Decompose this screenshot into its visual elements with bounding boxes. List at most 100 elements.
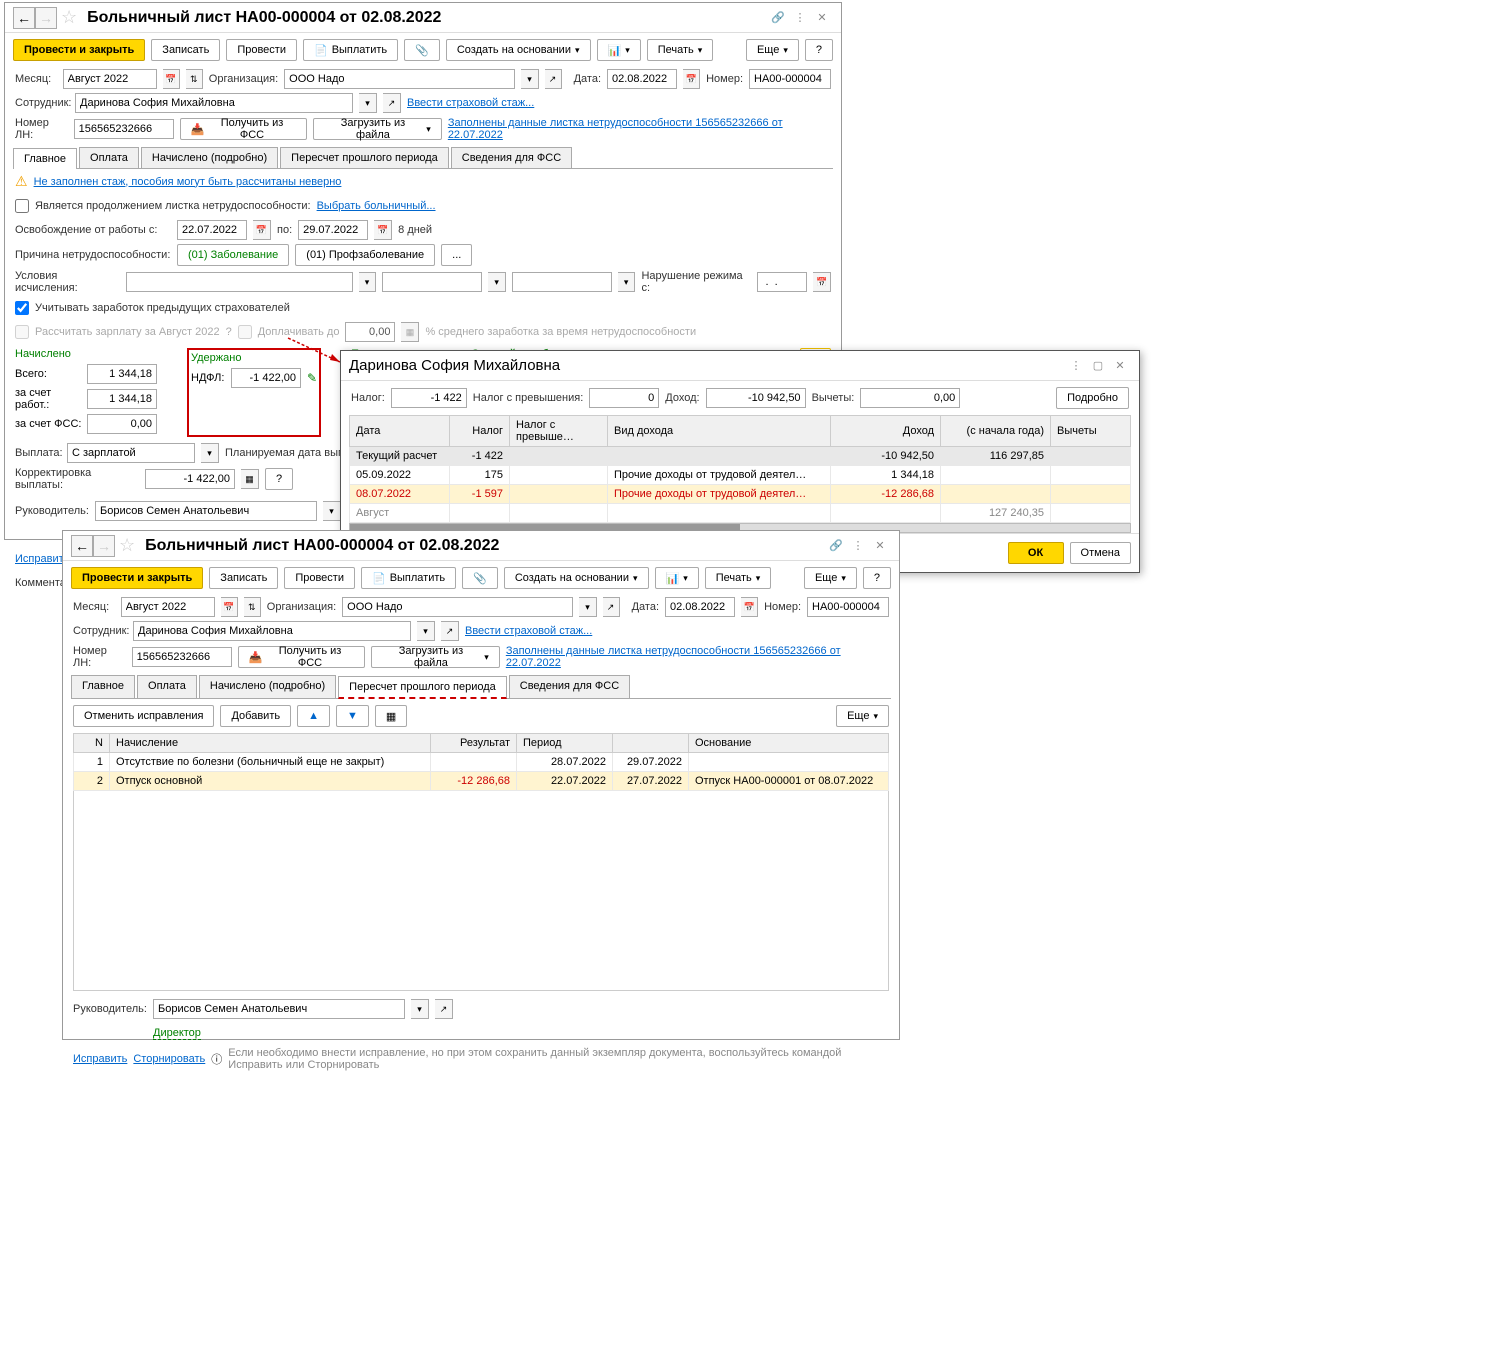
col-accrual[interactable]: Начисление <box>110 734 431 753</box>
taxex-input[interactable] <box>589 388 659 408</box>
month-input[interactable] <box>63 69 157 89</box>
fix-link[interactable]: Исправить <box>73 1053 127 1065</box>
tab-fss[interactable]: Сведения для ФСС <box>509 675 630 698</box>
col-year[interactable]: (с начала года) <box>941 416 1051 447</box>
maximize-icon[interactable]: ▢ <box>1087 355 1109 377</box>
mgr-input[interactable] <box>153 999 405 1019</box>
select-sick-link[interactable]: Выбрать больничный... <box>317 200 436 212</box>
calc-icon[interactable]: ▦ <box>241 469 259 489</box>
open-icon[interactable]: ↗ <box>441 621 459 641</box>
favorite-icon[interactable]: ☆ <box>61 7 77 28</box>
reports-button[interactable]: 📊 <box>597 39 641 61</box>
fss-get-button[interactable]: 📥 Получить из ФСС <box>238 646 365 668</box>
total-input[interactable] <box>87 364 157 384</box>
pencil-icon[interactable]: ✎ <box>307 371 317 385</box>
emp-input[interactable] <box>75 93 353 113</box>
open-icon[interactable]: ↗ <box>435 999 453 1019</box>
num-input[interactable] <box>749 69 831 89</box>
help-button[interactable]: ? <box>805 39 833 61</box>
corr-input[interactable] <box>145 469 235 489</box>
tax-input[interactable] <box>391 388 467 408</box>
fss-get-button[interactable]: 📥 Получить из ФСС <box>180 118 307 140</box>
open-icon[interactable]: ↗ <box>545 69 562 89</box>
back-button[interactable]: ← <box>13 7 35 29</box>
pay-button[interactable]: 📄 Выплатить <box>361 567 456 589</box>
forward-button[interactable]: → <box>93 535 115 557</box>
link-icon[interactable]: 🔗 <box>767 7 789 29</box>
warning-link[interactable]: Не заполнен стаж, пособия могут быть рас… <box>34 176 342 188</box>
menu-icon[interactable]: ⋮ <box>789 7 811 29</box>
menu-icon[interactable]: ⋮ <box>847 535 869 557</box>
from-input[interactable] <box>177 220 247 240</box>
prev-earn-checkbox[interactable] <box>15 301 29 315</box>
insurance-link[interactable]: Ввести страховой стаж... <box>465 625 592 637</box>
reason-2-button[interactable]: (01) Профзаболевание <box>295 244 435 266</box>
close-icon[interactable]: ✕ <box>1109 355 1131 377</box>
save-button[interactable]: Записать <box>209 567 278 589</box>
ok-button[interactable]: ОК <box>1008 542 1064 564</box>
payment-input[interactable] <box>67 443 195 463</box>
create-button[interactable]: Создать на основании <box>446 39 591 61</box>
ln-data-link[interactable]: Заполнены данные листка нетрудоспособнос… <box>506 645 889 669</box>
reason-1-button[interactable]: (01) Заболевание <box>177 244 289 266</box>
attach-button[interactable]: 📎 <box>462 567 498 589</box>
date-input[interactable] <box>665 597 735 617</box>
corr-help-button[interactable]: ? <box>265 468 293 490</box>
move-down-button[interactable]: ▼ <box>336 705 369 727</box>
stepper-icon[interactable]: ⇅ <box>186 69 203 89</box>
calendar-icon[interactable]: 📅 <box>253 220 271 240</box>
tab-main[interactable]: Главное <box>13 148 77 169</box>
col-tax[interactable]: Налог <box>450 416 510 447</box>
cond-3-input[interactable] <box>512 272 612 292</box>
ln-input[interactable] <box>132 647 232 667</box>
open-icon[interactable]: ↗ <box>383 93 401 113</box>
num-input[interactable] <box>807 597 889 617</box>
cond-1-input[interactable] <box>126 272 352 292</box>
menu-icon[interactable]: ⋮ <box>1065 355 1087 377</box>
dropdown-icon[interactable]: ▾ <box>411 999 429 1019</box>
load-file-button[interactable]: Загрузить из файла <box>313 118 442 140</box>
dropdown-icon[interactable]: ▾ <box>488 272 506 292</box>
cond-2-input[interactable] <box>382 272 482 292</box>
detail-button[interactable]: Подробно <box>1056 387 1129 409</box>
more-button[interactable]: Еще <box>804 567 857 589</box>
post-button[interactable]: Провести <box>226 39 297 61</box>
date-input[interactable] <box>607 69 677 89</box>
print-button[interactable]: Печать <box>647 39 714 61</box>
more-button[interactable]: Еще <box>836 705 889 727</box>
back-button[interactable]: ← <box>71 535 93 557</box>
dropdown-icon[interactable]: ▾ <box>359 272 377 292</box>
tab-payment[interactable]: Оплата <box>137 675 197 698</box>
create-button[interactable]: Создать на основании <box>504 567 649 589</box>
cancel-fixes-button[interactable]: Отменить исправления <box>73 705 214 727</box>
col-period-2[interactable] <box>613 734 689 753</box>
dropdown-icon[interactable]: ▾ <box>521 69 538 89</box>
post-close-button[interactable]: Провести и закрыть <box>71 567 203 589</box>
open-icon[interactable]: ↗ <box>603 597 620 617</box>
continuation-checkbox[interactable] <box>15 199 29 213</box>
reports-button[interactable]: 📊 <box>655 567 699 589</box>
dropdown-icon[interactable]: ▾ <box>359 93 377 113</box>
tab-recalc[interactable]: Пересчет прошлого периода <box>280 147 449 168</box>
move-up-button[interactable]: ▲ <box>297 705 330 727</box>
post-button[interactable]: Провести <box>284 567 355 589</box>
org-input[interactable] <box>284 69 515 89</box>
to-input[interactable] <box>298 220 368 240</box>
tab-recalc[interactable]: Пересчет прошлого периода <box>338 676 507 699</box>
print-button[interactable]: Печать <box>705 567 772 589</box>
post-close-button[interactable]: Провести и закрыть <box>13 39 145 61</box>
attach-button[interactable]: 📎 <box>404 39 440 61</box>
load-file-button[interactable]: Загрузить из файла <box>371 646 500 668</box>
cancel-button[interactable]: Отмена <box>1070 542 1131 564</box>
save-button[interactable]: Записать <box>151 39 220 61</box>
dropdown-icon[interactable]: ▾ <box>323 501 341 521</box>
emp-input[interactable] <box>133 621 411 641</box>
col-date[interactable]: Дата <box>350 416 450 447</box>
ln-data-link[interactable]: Заполнены данные листка нетрудоспособнос… <box>448 117 831 141</box>
insurance-link[interactable]: Ввести страховой стаж... <box>407 97 534 109</box>
more-button[interactable]: Еще <box>746 39 799 61</box>
link-icon[interactable]: 🔗 <box>825 535 847 557</box>
close-icon[interactable]: ✕ <box>811 7 833 29</box>
table-row[interactable]: Текущий расчет-1 422-10 942,50116 297,85 <box>350 447 1131 466</box>
table-row[interactable]: 2Отпуск основной-12 286,6822.07.202227.0… <box>74 772 889 791</box>
